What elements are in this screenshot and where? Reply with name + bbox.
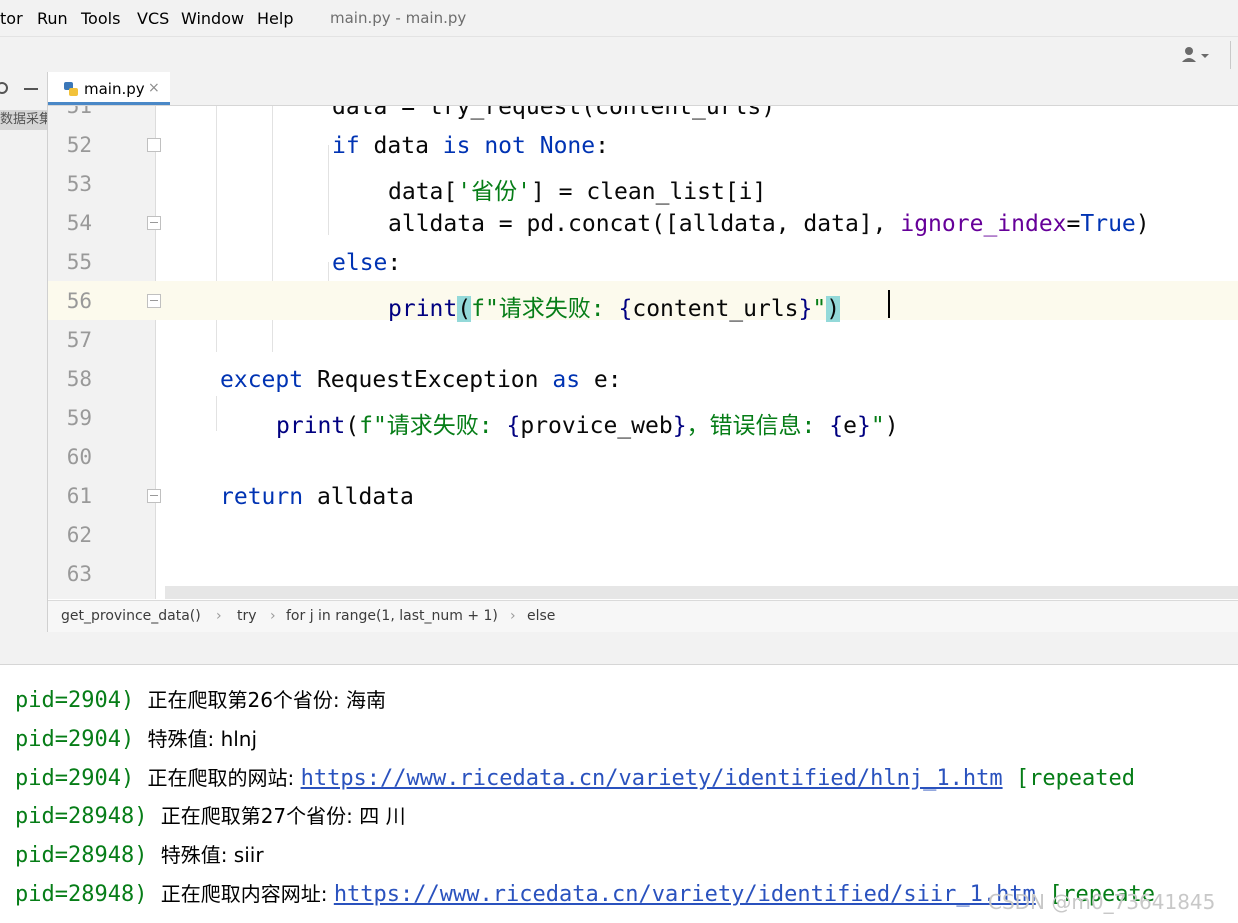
code-text: data['省份'] = clean_list[i] (388, 179, 767, 205)
console-line: pid=2904) 正在爬取第26个省份: 海南 (15, 684, 386, 713)
fold-end-marker-icon[interactable] (147, 294, 161, 308)
tab-main-py[interactable]: main.py × (48, 72, 170, 105)
line-number: 60 (66, 445, 92, 469)
line-number: 51 (66, 106, 92, 118)
breadcrumb: get_province_data() › try › for j in ran… (48, 600, 1238, 633)
breadcrumb-try[interactable]: try (237, 608, 257, 624)
console-line: pid=2904) 正在爬取的网站: https://www.ricedata.… (15, 762, 1135, 791)
line-number: 61 (66, 484, 92, 508)
code-line: 60 (48, 437, 1238, 476)
console-message: 特殊值: hlnj (147, 727, 258, 751)
run-console[interactable]: pid=2904) 正在爬取第26个省份: 海南 pid=2904) 特殊值: … (0, 632, 1238, 923)
console-link[interactable]: https://www.ricedata.cn/variety/identifi… (301, 766, 1003, 791)
project-panel: 数据采集 (0, 72, 48, 632)
chevron-right-icon: › (270, 608, 276, 624)
toolbar (0, 36, 1238, 74)
code-text: alldata = pd.concat([alldata, data], ign… (388, 211, 1150, 237)
tab-active-indicator (48, 102, 170, 105)
line-number: 55 (66, 250, 92, 274)
line-number: 62 (66, 523, 92, 547)
code-line: 55 else: (48, 242, 1238, 281)
line-number: 53 (66, 172, 92, 196)
code-line-current: 56 print(f"请求失败: {content_urls}") (48, 281, 1238, 322)
close-icon[interactable]: × (148, 80, 160, 96)
user-dropdown-icon[interactable] (1180, 45, 1214, 65)
fold-end-marker-icon[interactable] (147, 489, 161, 503)
horizontal-scrollbar[interactable] (165, 586, 1238, 599)
fold-marker-icon[interactable] (147, 138, 161, 152)
console-message: 正在爬取第26个省份: 海南 (147, 688, 387, 712)
console-pid: pid=28948) (15, 843, 148, 868)
menu-help[interactable]: Help (257, 9, 293, 28)
console-pid: pid=2904) (15, 688, 135, 713)
code-text: except RequestException as e: (220, 367, 622, 393)
code-editor[interactable]: 51 data = try_request(content_urls) 52 i… (48, 106, 1238, 599)
console-pid: pid=28948) (15, 804, 148, 829)
menu-vcs[interactable]: VCS (137, 9, 169, 28)
console-line: pid=28948) 正在爬取第27个省份: 四 川 (15, 800, 406, 829)
line-number: 54 (66, 211, 92, 235)
breadcrumb-function[interactable]: get_province_data() (61, 608, 201, 624)
console-message: 正在爬取的网站: (147, 766, 301, 790)
chevron-right-icon: › (510, 608, 516, 624)
console-line: pid=28948) 正在爬取内容网址: https://www.ricedat… (15, 878, 1155, 907)
line-number: 56 (66, 289, 92, 313)
code-line: 59 print(f"请求失败: {provice_web}，错误信息: {e}… (48, 398, 1238, 439)
menu-run[interactable]: Run (37, 9, 68, 28)
console-pid: pid=2904) (15, 766, 135, 791)
line-number: 63 (66, 562, 92, 586)
console-line: pid=2904) 特殊值: hlnj (15, 723, 257, 752)
code-line: 62 (48, 515, 1238, 554)
code-line: 53 data['省份'] = clean_list[i] (48, 164, 1238, 205)
console-message: 特殊值: siir (160, 843, 264, 867)
line-number: 52 (66, 133, 92, 157)
code-text: return alldata (220, 484, 414, 510)
console-message: 正在爬取内容网址: (160, 882, 334, 906)
console-line: pid=28948) 特殊值: siir (15, 839, 264, 868)
toolbar-separator (1230, 41, 1231, 69)
menu-window[interactable]: Window (181, 9, 244, 28)
code-text: data = try_request(content_urls) (332, 106, 776, 120)
menu-tools[interactable]: Tools (81, 9, 120, 28)
gear-icon[interactable] (0, 80, 10, 96)
console-header (0, 632, 1238, 665)
code-line: 57 (48, 320, 1238, 359)
breadcrumb-for[interactable]: for j in range(1, last_num + 1) (286, 608, 498, 624)
text-caret (888, 290, 890, 318)
project-tree-item[interactable]: 数据采集 (0, 110, 47, 130)
minimize-icon[interactable] (24, 88, 38, 90)
code-line: 54 alldata = pd.concat([alldata, data], … (48, 203, 1238, 242)
console-pid: pid=28948) (15, 882, 148, 907)
watermark: CSDN @m0_73641845 (988, 890, 1216, 914)
console-pid: pid=2904) (15, 727, 135, 752)
code-text: print(f"请求失败: {provice_web}，错误信息: {e}") (276, 413, 899, 439)
code-text: else: (332, 250, 402, 276)
console-message: 正在爬取第27个省份: 四 川 (160, 804, 406, 828)
console-repeated: [repeated (1015, 766, 1136, 791)
code-line: 58 except RequestException as e: (48, 359, 1238, 398)
menu-bar: tor Run Tools VCS Window Help main.py - … (0, 0, 1238, 36)
line-number: 59 (66, 406, 92, 430)
code-line: 61 return alldata (48, 476, 1238, 515)
fold-end-marker-icon[interactable] (147, 216, 161, 230)
editor-tab-bar: main.py × (48, 72, 1238, 106)
code-line: 51 data = try_request(content_urls) (48, 106, 1238, 125)
breadcrumb-else[interactable]: else (527, 608, 555, 624)
code-line: 52 if data is not None: (48, 125, 1238, 164)
window-title: main.py - main.py (330, 9, 467, 27)
code-text: if data is not None: (332, 133, 609, 159)
menu-editor[interactable]: tor (0, 9, 23, 28)
line-number: 58 (66, 367, 92, 391)
line-number: 57 (66, 328, 92, 352)
tab-label: main.py (84, 80, 145, 98)
code-text: print(f"请求失败: {content_urls}") (388, 296, 841, 322)
python-file-icon (63, 81, 79, 97)
console-link[interactable]: https://www.ricedata.cn/variety/identifi… (334, 882, 1036, 907)
chevron-right-icon: › (216, 608, 222, 624)
